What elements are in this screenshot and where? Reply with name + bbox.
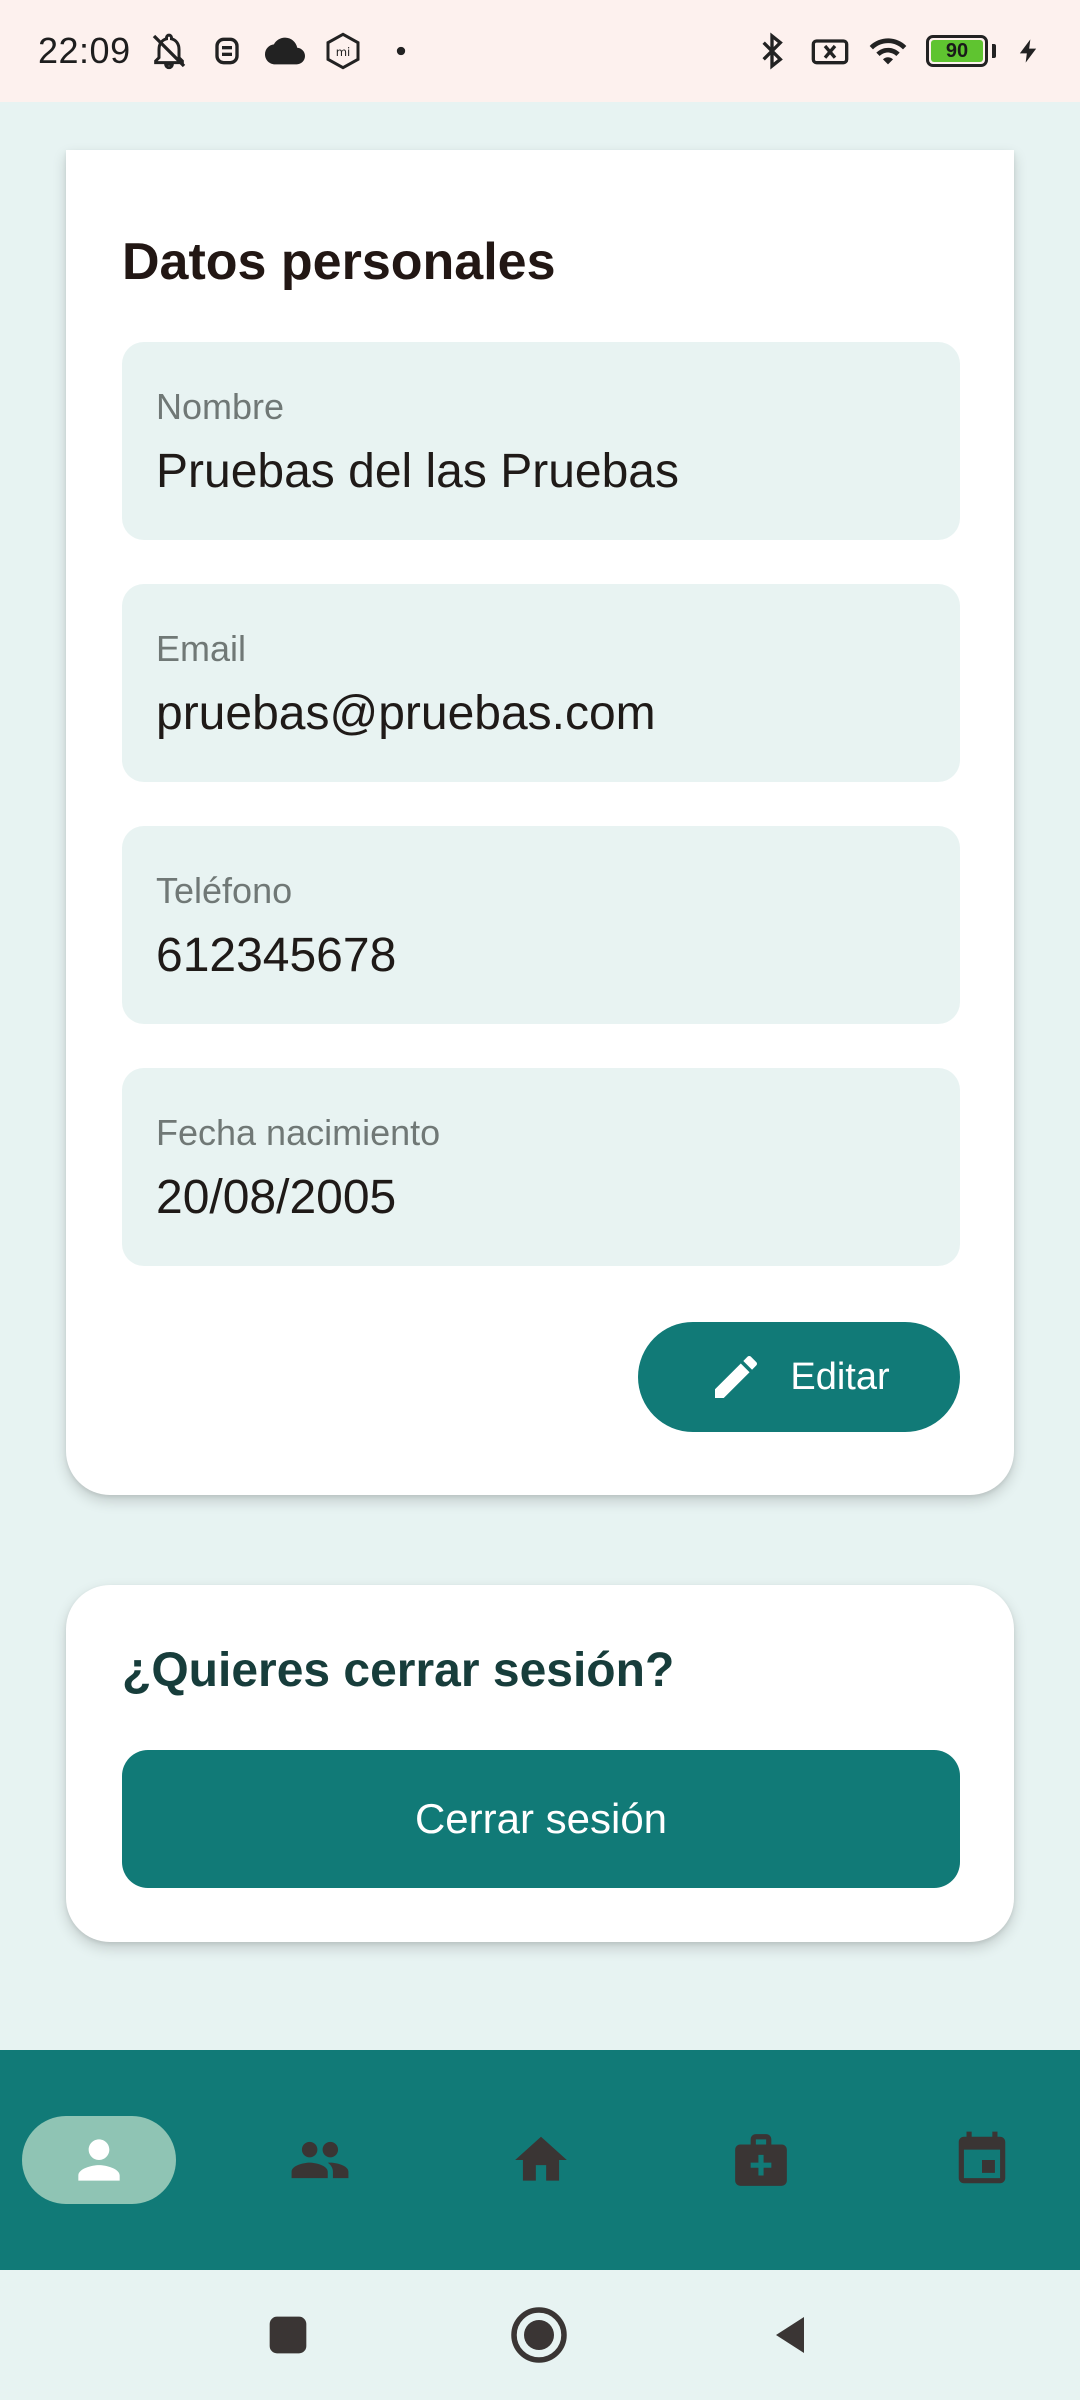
- people-icon: [291, 2141, 349, 2179]
- name-field[interactable]: Nombre Pruebas del las Pruebas: [122, 342, 960, 540]
- nav-item-people[interactable]: [243, 2116, 397, 2204]
- personal-data-title: Datos personales: [122, 233, 556, 291]
- birthdate-field[interactable]: Fecha nacimiento 20/08/2005: [122, 1068, 960, 1266]
- phone-label: Teléfono: [156, 870, 293, 911]
- system-nav-bar: [0, 2270, 1080, 2400]
- email-value: pruebas@pruebas.com: [156, 687, 656, 740]
- bottom-nav: [0, 2050, 1080, 2270]
- svg-text:mi: mi: [335, 45, 350, 59]
- status-time: 22:09: [38, 30, 131, 71]
- back-triangle-icon: [776, 2317, 804, 2353]
- recents-button[interactable]: [258, 2305, 318, 2365]
- circle-home-icon: [511, 2307, 567, 2363]
- charging-icon: [1019, 39, 1037, 63]
- phone-value: 612345678: [156, 929, 397, 982]
- name-value: Pruebas del las Pruebas: [156, 445, 679, 498]
- nav-item-profile[interactable]: [22, 2116, 176, 2204]
- battery-icon: 90: [926, 35, 996, 67]
- phone-field[interactable]: Teléfono 612345678: [122, 826, 960, 1024]
- logout-title: ¿Quieres cerrar sesión?: [122, 1644, 675, 1697]
- robot-icon: [214, 37, 239, 65]
- nav-item-calendar[interactable]: [905, 2116, 1059, 2204]
- home-nav-button[interactable]: [509, 2305, 569, 2365]
- battery-level: 90: [931, 40, 983, 62]
- email-label: Email: [156, 628, 247, 669]
- square-icon: [269, 2316, 307, 2354]
- notifications-off-icon: [152, 33, 185, 70]
- medical-kit-icon: [735, 2134, 787, 2186]
- edit-button-label: Editar: [790, 1355, 890, 1398]
- email-field[interactable]: Email pruebas@pruebas.com: [122, 584, 960, 782]
- nav-item-home[interactable]: [464, 2116, 618, 2204]
- personal-data-card: Datos personales Nombre Pruebas del las …: [66, 150, 1014, 1495]
- calendar-icon: [958, 2131, 1006, 2184]
- back-button[interactable]: [760, 2305, 820, 2365]
- status-left: 22:09 mi: [38, 30, 421, 72]
- edit-button[interactable]: Editar: [638, 1322, 960, 1432]
- mi-icon: mi: [326, 32, 360, 70]
- birthdate-label: Fecha nacimiento: [156, 1112, 441, 1153]
- status-bar: 22:09 mi 90: [0, 0, 1080, 102]
- birthdate-value: 20/08/2005: [156, 1171, 397, 1224]
- logout-card: ¿Quieres cerrar sesión? Cerrar sesión: [66, 1585, 1014, 1942]
- bluetooth-icon: [762, 32, 783, 70]
- name-label: Nombre: [156, 386, 285, 427]
- logout-button[interactable]: Cerrar sesión: [122, 1750, 960, 1888]
- pencil-icon: [715, 1355, 758, 1398]
- nav-item-medical[interactable]: [684, 2116, 838, 2204]
- profile-icon: [78, 2139, 120, 2181]
- home-icon: [515, 2136, 567, 2181]
- dot-icon: [396, 46, 405, 56]
- no-sim-icon: [811, 39, 849, 65]
- wifi-icon: [869, 38, 907, 65]
- cloud-icon: [264, 37, 305, 65]
- status-right: 90: [752, 31, 1042, 71]
